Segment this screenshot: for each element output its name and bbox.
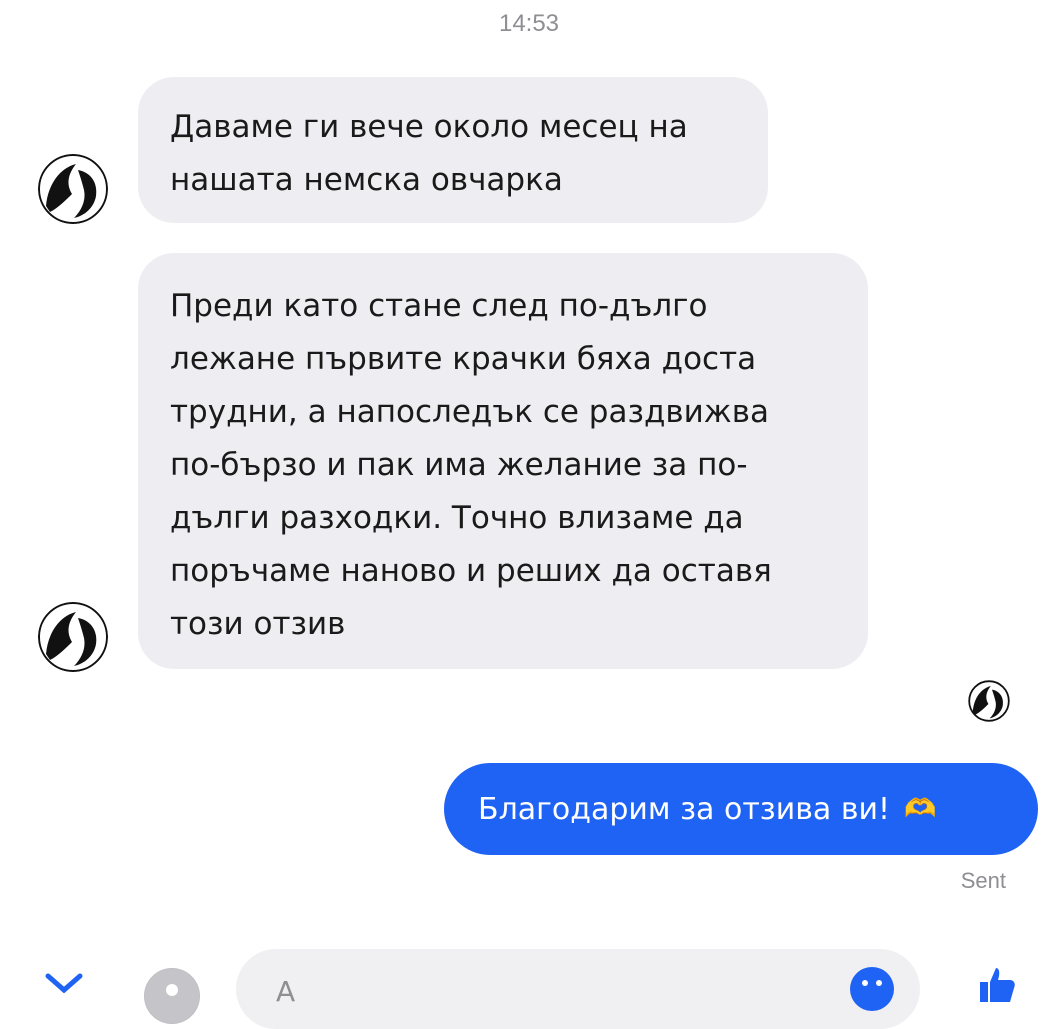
incoming-message-bubble[interactable]: Преди като стане след по-дълго лежане пъ…	[138, 253, 868, 669]
outgoing-message-text: Благодарим за отзива ви!	[478, 791, 891, 827]
message-line: дълги разходки. Точно влизаме да	[170, 500, 744, 536]
read-receipt-avatar	[968, 680, 1010, 722]
message-line: трудни, а напоследък се раздвижва	[170, 394, 770, 430]
message-line: нашата немска овчарка	[170, 162, 563, 198]
expand-arrow-icon[interactable]	[44, 968, 84, 998]
camera-icon[interactable]	[144, 968, 200, 1024]
message-line: лежане първите крачки бяха доста	[170, 341, 757, 377]
sender-avatar[interactable]	[38, 154, 108, 224]
message-timestamp: 14:53	[498, 10, 560, 37]
sender-avatar[interactable]	[38, 602, 108, 672]
message-status: Sent	[960, 868, 1006, 893]
message-input[interactable]: A	[236, 949, 920, 1029]
heart-hands-emoji: 🫶	[904, 794, 937, 824]
message-line: Преди като стане след по-дълго	[170, 288, 708, 324]
message-line: поръчаме наново и реших да оставя	[170, 553, 772, 589]
read-receipt-avatar-icon	[968, 680, 1010, 722]
emoji-icon[interactable]	[850, 967, 894, 1011]
incoming-message-bubble[interactable]: Даваме ги вече около месец на нашата нем…	[138, 77, 768, 223]
message-line: този отзив	[170, 606, 346, 642]
message-line: Даваме ги вече около месец на	[170, 109, 688, 145]
message-line: по-бързо и пак има желание за по-	[170, 447, 748, 483]
thumbs-up-icon[interactable]	[976, 964, 1020, 1004]
avatar-icon	[38, 154, 108, 224]
avatar-icon	[38, 602, 108, 672]
outgoing-message-bubble[interactable]: Благодарим за отзива ви! 🫶	[444, 763, 1038, 855]
